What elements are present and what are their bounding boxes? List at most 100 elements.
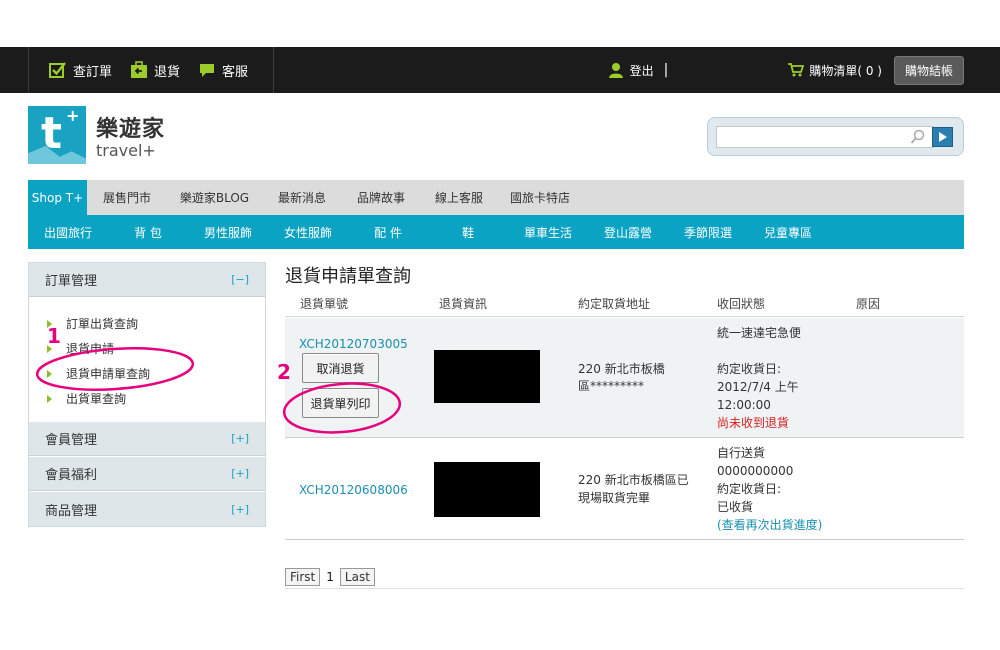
redacted-return-info [434,462,540,517]
sidebar-order-mgmt-header[interactable]: 訂單管理 [−] [29,263,265,297]
table-row: XCH20120608006 220 新北市板橋區已 現場取貨完畢 自行送貨 0… [285,439,964,540]
cat-cycling[interactable]: 單車生活 [508,215,588,249]
sidebar-product-mgmt[interactable]: 商品管理 [+] [29,491,265,526]
status-tracking: 0000000000 [717,464,794,478]
cat-camping[interactable]: 登山露營 [588,215,668,249]
cat-shoes[interactable]: 鞋 [428,215,508,249]
sidebar-item-shipment-query[interactable]: 出貨單查詢 [47,386,265,411]
status-method: 自行送貨 [717,446,766,460]
redacted-return-info [434,350,540,403]
primary-nav: Shop T+ 展售門市 樂遊家BLOG 最新消息 品牌故事 線上客服 國旅卡特… [28,180,964,215]
logout-link[interactable]: 登出 [608,62,654,79]
sidebar-item-return-apply[interactable]: 退貨申請 [47,336,265,361]
search-submit-button[interactable] [932,127,953,147]
return-label: 退貨 [154,64,181,80]
top-separator: | [663,62,669,78]
check-order-label: 查訂單 [73,64,113,80]
nav-travel-card[interactable]: 國旅卡特店 [498,180,582,215]
table-row: XCH20120703005 取消退貨 退貨單列印 220 新北市板橋 區***… [285,318,964,438]
col-return-no: 退貨單號 [300,297,349,311]
page-title: 退貨申請單查詢 [285,266,411,287]
order-number-link[interactable]: XCH20120703005 [299,335,408,353]
pickup-address-line1: 220 新北市板橋 [578,362,665,376]
cart-icon [788,63,805,77]
status-time: 12:00:00 [717,398,771,412]
sidebar-member-benefits[interactable]: 會員福利 [+] [29,456,265,491]
search-input[interactable] [716,126,934,148]
sidebar-item-label: 退貨申請單查詢 [66,367,151,381]
section-title: 會員福利 [45,468,98,483]
search-box [707,117,964,156]
cat-seasonal[interactable]: 季節限選 [668,215,748,249]
order-mgmt-list: 訂單出貨查詢 退貨申請 退貨申請單查詢 出貨單查詢 [29,297,265,421]
pickup-address-line1: 220 新北市板橋區已 [578,473,689,487]
sidebar: 訂單管理 [−] 訂單出貨查詢 退貨申請 退貨申請單查詢 出貨單查詢 會員管理 … [28,262,266,527]
order-number-link[interactable]: XCH20120608006 [299,481,408,499]
reship-progress-link[interactable]: (查看再次出貨進度) [717,516,822,534]
user-icon [608,63,623,78]
nav-news[interactable]: 最新消息 [262,180,342,215]
checkout-button[interactable]: 購物結帳 [893,55,964,85]
expand-toggle[interactable]: [+] [231,503,249,516]
pickup-address-line2: 現場取貨完畢 [578,491,651,505]
sidebar-item-order-shipping[interactable]: 訂單出貨查詢 [47,311,265,336]
section-title: 會員管理 [45,433,98,448]
top-bar: 查訂單 退貨 客服 登出 | 購物清單(0) 購物結帳 [0,47,1000,93]
brand-name-en: travel+ [96,140,156,160]
top-quick-links: 查訂單 退貨 客服 [28,47,274,93]
cat-men[interactable]: 男性服飾 [188,215,268,249]
search-icon [910,129,925,144]
checkbox-icon [49,62,66,78]
service-label: 客服 [222,64,249,80]
service-link[interactable]: 客服 [198,61,248,80]
cat-backpack[interactable]: 背 包 [108,215,188,249]
cat-women[interactable]: 女性服飾 [268,215,348,249]
cat-accessories[interactable]: 配 件 [348,215,428,249]
nav-shop-tplus[interactable]: Shop T+ [28,180,87,215]
cat-overseas[interactable]: 出國旅行 [28,215,108,249]
col-pickup-address: 約定取貨地址 [578,297,651,311]
check-order-link[interactable]: 查訂單 [49,61,112,80]
expand-toggle[interactable]: [+] [231,432,249,445]
nav-stores[interactable]: 展售門市 [87,180,167,215]
logo-mark: t + [28,106,86,164]
pagination: First 1 Last [285,568,375,586]
cat-kids[interactable]: 兒童專區 [748,215,828,249]
col-status: 收回狀態 [717,297,766,311]
section-title: 商品管理 [45,503,98,519]
site-logo[interactable]: t + 樂遊家 travel+ [28,106,165,164]
sidebar-item-label: 訂單出貨查詢 [66,317,139,331]
annotation-number-2: 2 [277,360,291,384]
logo-plus: + [66,106,80,125]
order-mgmt-title: 訂單管理 [45,274,98,289]
logo-t: t [41,108,63,159]
return-link[interactable]: 退貨 [130,61,180,80]
print-return-button[interactable]: 退貨單列印 [302,388,379,418]
cancel-return-button[interactable]: 取消退貨 [302,353,379,383]
cart-link[interactable]: 購物清單( 0 ) [788,62,882,79]
expand-toggle[interactable]: [+] [231,467,249,480]
sidebar-item-label: 退貨申請 [66,342,115,356]
logo-text: 樂遊家 travel+ [96,111,165,160]
sidebar-item-label: 出貨單查詢 [66,392,127,406]
table-header: 退貨單號 退貨資訊 約定取貨地址 收回狀態 原因 [285,293,964,317]
category-nav: 出國旅行 背 包 男性服飾 女性服飾 配 件 鞋 單車生活 登山露營 季節限選 … [28,215,964,249]
cart-label: 購物清單( 0 ) [809,63,882,78]
sidebar-member-mgmt[interactable]: 會員管理 [+] [29,421,265,456]
sidebar-item-return-query[interactable]: 退貨申請單查詢 [47,361,265,386]
first-page-button[interactable]: First [285,568,321,586]
last-page-button[interactable]: Last [339,568,375,586]
status-date-label: 約定收貨日: [717,482,782,496]
nav-online-service[interactable]: 線上客服 [420,180,498,215]
current-page[interactable]: 1 [326,570,334,584]
nav-blog[interactable]: 樂遊家BLOG [167,180,262,215]
bullet-arrow-icon [47,369,52,378]
annotation-number-1: 1 [47,324,61,348]
status-date-label: 約定收貨日: [717,362,782,376]
bottom-divider [285,588,964,589]
collapse-toggle[interactable]: [−] [231,273,249,286]
return-bag-icon [131,61,148,78]
nav-brand-story[interactable]: 品牌故事 [342,180,420,215]
status-alert: 尚未收到退貨 [717,416,790,430]
bullet-arrow-icon [47,394,52,403]
